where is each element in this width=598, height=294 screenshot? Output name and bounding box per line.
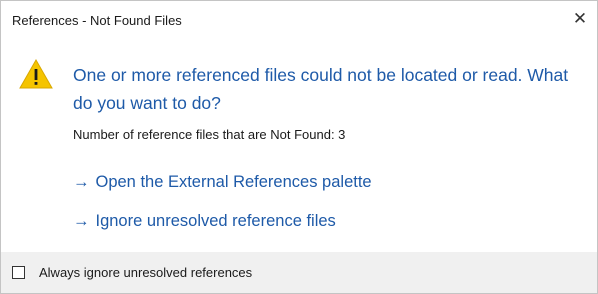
dialog-footer: Always ignore unresolved references xyxy=(1,252,597,293)
open-external-references-link[interactable]: → Open the External References palette xyxy=(73,173,372,192)
arrow-right-icon: → xyxy=(73,173,90,191)
references-dialog: References - Not Found Files ✕ One or mo… xyxy=(0,0,598,294)
main-instruction: One or more referenced files could not b… xyxy=(73,65,569,113)
close-button[interactable]: ✕ xyxy=(567,7,593,31)
title-bar: References - Not Found Files ✕ xyxy=(1,1,597,37)
ignore-unresolved-link[interactable]: → Ignore unresolved reference files xyxy=(73,212,336,231)
window-title: References - Not Found Files xyxy=(12,13,182,28)
link-label: Open the External References palette xyxy=(95,173,372,191)
always-ignore-checkbox[interactable] xyxy=(12,266,25,279)
not-found-count-text: Number of reference files that are Not F… xyxy=(73,127,346,142)
close-icon: ✕ xyxy=(572,9,588,28)
warning-icon xyxy=(19,58,53,89)
always-ignore-label[interactable]: Always ignore unresolved references xyxy=(39,265,252,280)
arrow-right-icon: → xyxy=(73,212,90,230)
link-label: Ignore unresolved reference files xyxy=(95,212,336,230)
